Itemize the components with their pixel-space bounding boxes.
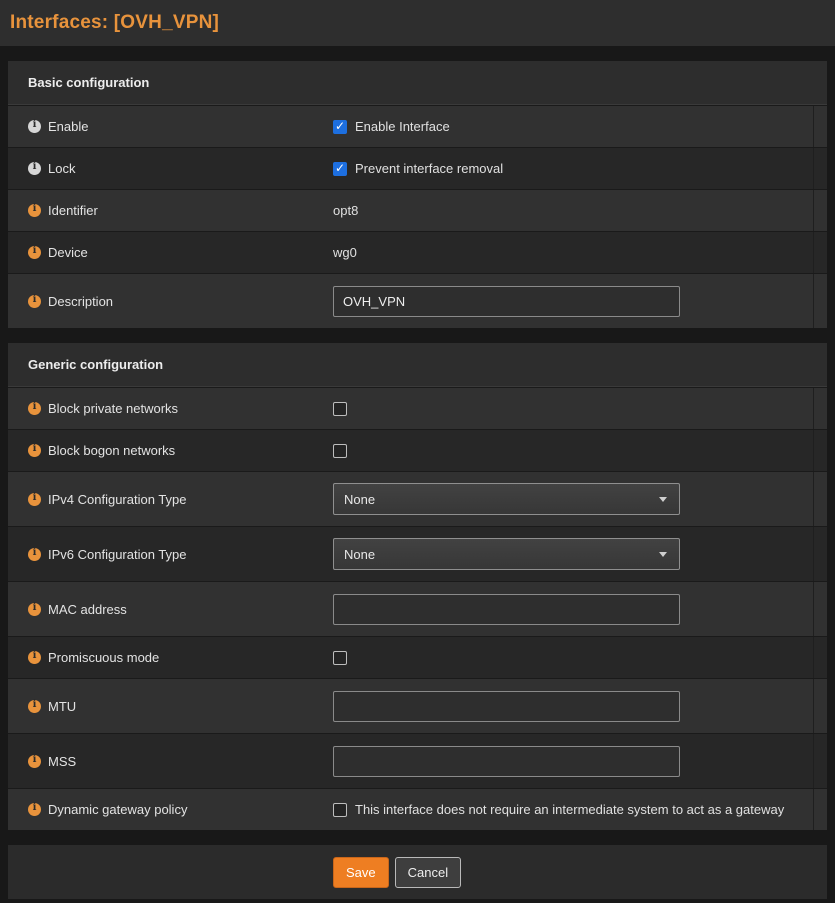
help-column [813,472,827,526]
help-column [813,789,827,830]
form-row-mtu: MTU [8,678,827,733]
block-bogon-checkbox[interactable] [333,444,347,458]
form-row-mac-address: MAC address [8,581,827,636]
info-icon[interactable] [28,204,41,217]
ipv4-config-select[interactable]: None [333,483,680,515]
info-icon[interactable] [28,603,41,616]
checkbox-label: This interface does not require an inter… [355,802,784,817]
help-column [813,106,827,147]
form-row-ipv6-type: IPv6 Configuration Type None [8,526,827,581]
help-column [813,190,827,231]
field-label: Dynamic gateway policy [48,802,187,817]
form-row-promiscuous: Promiscuous mode [8,636,827,678]
page-header: Interfaces: [OVH_VPN] [0,0,835,46]
help-column [813,232,827,273]
chevron-down-icon [659,552,667,557]
promiscuous-checkbox[interactable] [333,651,347,665]
help-column [813,388,827,429]
info-icon[interactable] [28,162,41,175]
ipv6-config-select[interactable]: None [333,538,680,570]
help-column [813,148,827,189]
mac-address-input[interactable] [333,594,680,625]
select-value: None [344,492,375,507]
form-row-ipv4-type: IPv4 Configuration Type None [8,471,827,526]
info-icon[interactable] [28,755,41,768]
form-row-description: Description [8,273,827,328]
form-actions: Save Cancel [8,845,827,899]
form-row-lock: Lock Prevent interface removal [8,147,827,189]
help-column [813,679,827,733]
select-value: None [344,547,375,562]
info-icon[interactable] [28,246,41,259]
field-label: IPv4 Configuration Type [48,492,187,507]
help-column [813,582,827,636]
info-icon[interactable] [28,803,41,816]
info-icon[interactable] [28,700,41,713]
field-label: Promiscuous mode [48,650,159,665]
field-label: Enable [48,119,88,134]
section-header: Basic configuration [8,61,827,105]
field-label: IPv6 Configuration Type [48,547,187,562]
field-label: Device [48,245,88,260]
save-button[interactable]: Save [333,857,389,888]
info-icon[interactable] [28,651,41,664]
block-private-checkbox[interactable] [333,402,347,416]
chevron-down-icon [659,497,667,502]
info-icon[interactable] [28,493,41,506]
form-row-mss: MSS [8,733,827,788]
field-label: Description [48,294,113,309]
description-input[interactable] [333,286,680,317]
page-title: Interfaces: [OVH_VPN] [10,12,219,34]
field-label: Identifier [48,203,98,218]
section-header: Generic configuration [8,343,827,387]
lock-checkbox[interactable] [333,162,347,176]
info-icon[interactable] [28,402,41,415]
help-column [813,527,827,581]
identifier-value: opt8 [333,203,358,218]
device-value: wg0 [333,245,357,260]
help-column [813,430,827,471]
field-label: Block bogon networks [48,443,175,458]
field-label: MAC address [48,602,127,617]
info-icon[interactable] [28,444,41,457]
dynamic-gateway-checkbox[interactable] [333,803,347,817]
help-column [813,637,827,678]
form-row-identifier: Identifier opt8 [8,189,827,231]
form-row-device: Device wg0 [8,231,827,273]
checkbox-label: Enable Interface [355,119,450,134]
checkbox-label: Prevent interface removal [355,161,503,176]
form-row-block-bogon: Block bogon networks [8,429,827,471]
field-label: MTU [48,699,76,714]
mss-input[interactable] [333,746,680,777]
help-column [813,734,827,788]
form-row-dynamic-gateway: Dynamic gateway policy This interface do… [8,788,827,830]
help-column [813,274,827,328]
generic-configuration-panel: Generic configuration Block private netw… [8,343,827,830]
cancel-button[interactable]: Cancel [395,857,461,888]
enable-checkbox[interactable] [333,120,347,134]
field-label: MSS [48,754,76,769]
info-icon[interactable] [28,548,41,561]
info-icon[interactable] [28,295,41,308]
mtu-input[interactable] [333,691,680,722]
form-row-block-private: Block private networks [8,387,827,429]
field-label: Lock [48,161,75,176]
form-row-enable: Enable Enable Interface [8,105,827,147]
field-label: Block private networks [48,401,178,416]
info-icon[interactable] [28,120,41,133]
basic-configuration-panel: Basic configuration Enable Enable Interf… [8,61,827,328]
